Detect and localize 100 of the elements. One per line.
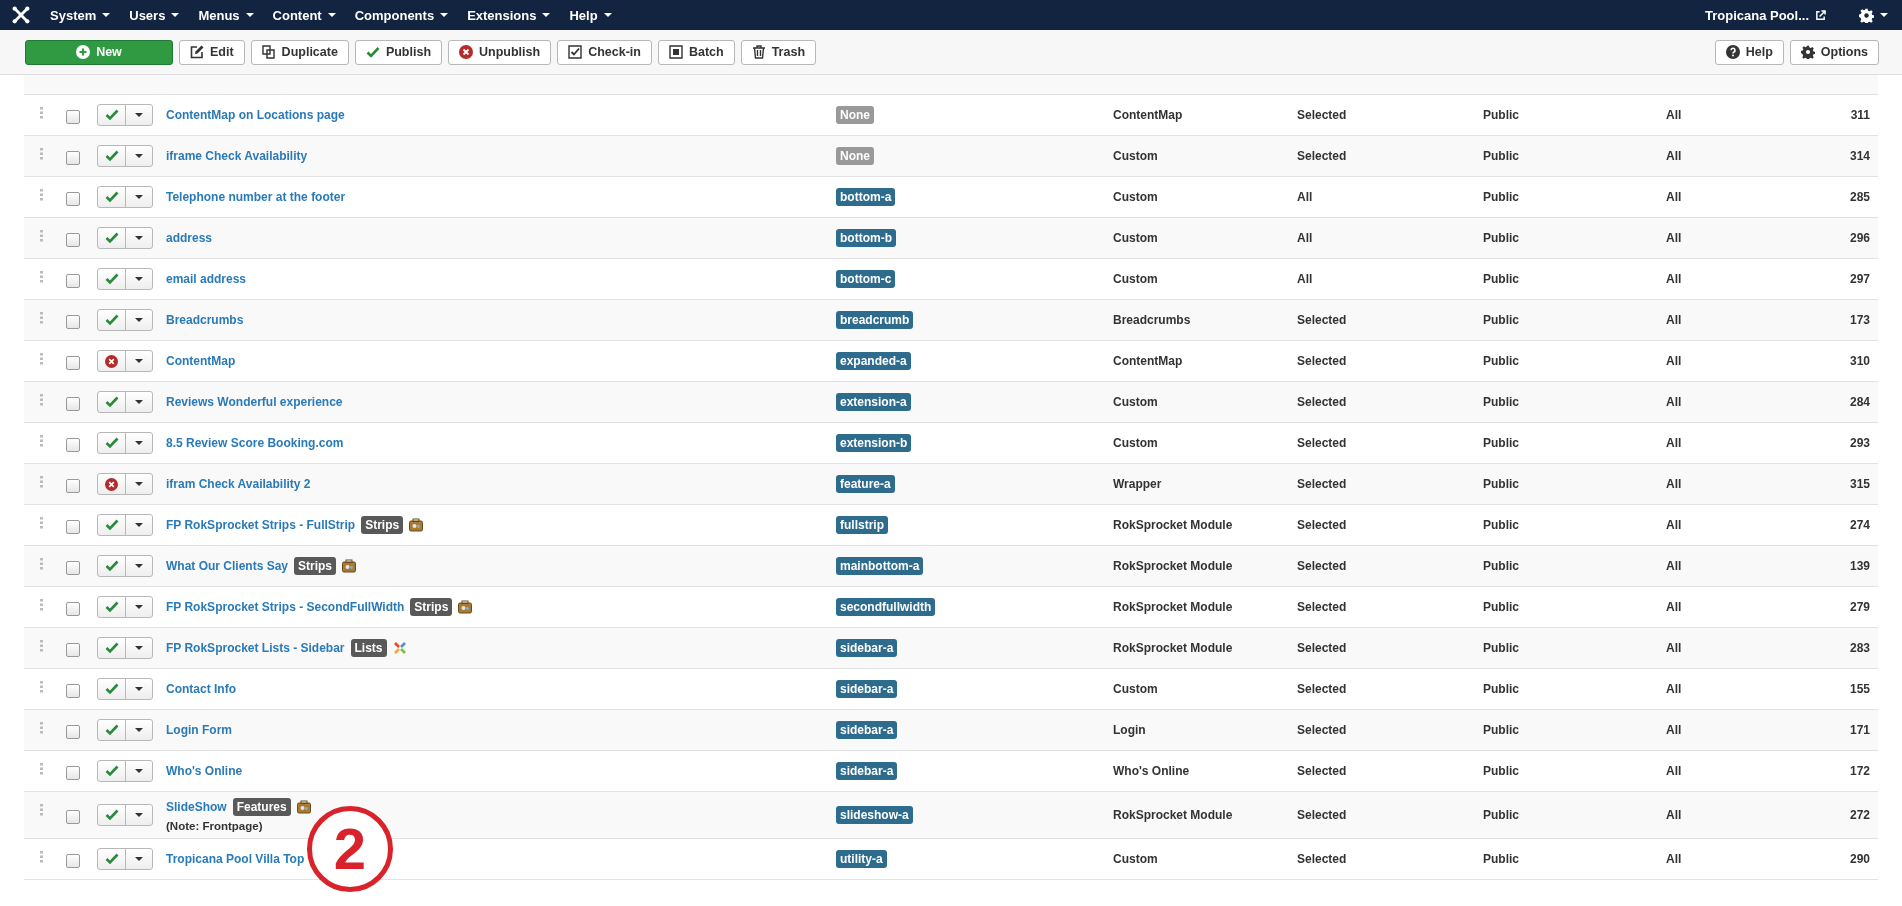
drag-handle-icon[interactable]	[39, 763, 43, 775]
settings-icon[interactable]	[1859, 7, 1874, 23]
row-checkbox[interactable]	[66, 684, 80, 698]
row-checkbox[interactable]	[66, 479, 80, 493]
row-checkbox[interactable]	[66, 561, 80, 575]
row-checkbox[interactable]	[66, 725, 80, 739]
nav-menu[interactable]: Users	[129, 7, 180, 23]
status-toggle[interactable]	[97, 473, 153, 495]
pages-value: Selected	[1297, 808, 1347, 822]
drag-handle-icon[interactable]	[39, 558, 43, 570]
module-title-link[interactable]: Breadcrumbs	[166, 313, 244, 327]
status-toggle[interactable]	[97, 719, 153, 741]
row-checkbox[interactable]	[66, 192, 80, 206]
drag-handle-icon[interactable]	[39, 599, 43, 611]
module-title-link[interactable]: 8.5 Review Score Booking.com	[166, 436, 344, 450]
module-title-link[interactable]: Login Form	[166, 723, 232, 737]
drag-handle-icon[interactable]	[39, 230, 43, 242]
nav-menu[interactable]: Components	[354, 7, 449, 23]
status-toggle[interactable]	[97, 268, 153, 290]
row-checkbox[interactable]	[66, 602, 80, 616]
status-toggle[interactable]	[97, 350, 153, 372]
module-title-link[interactable]: Contact Info	[166, 682, 236, 696]
toolbar-button[interactable]: Edit	[179, 39, 245, 65]
status-toggle[interactable]	[97, 227, 153, 249]
toolbar-button[interactable]: Batch	[657, 39, 735, 65]
module-title-link[interactable]: email address	[166, 272, 247, 286]
module-title-link[interactable]: Reviews Wonderful experience	[166, 395, 343, 409]
status-toggle[interactable]	[97, 309, 153, 331]
module-title-link[interactable]: Telephone number at the footer	[166, 190, 346, 204]
toolbar-button[interactable]: Check-in	[557, 39, 652, 65]
module-title-link[interactable]: ContentMap	[166, 354, 236, 368]
status-toggle[interactable]	[97, 760, 153, 782]
nav-menu[interactable]: System	[50, 7, 111, 23]
nav-menu[interactable]: Content	[272, 7, 336, 23]
row-checkbox[interactable]	[66, 766, 80, 780]
row-checkbox[interactable]	[66, 520, 80, 534]
drag-handle-icon[interactable]	[39, 640, 43, 652]
module-title-link[interactable]: SlideShow	[166, 800, 227, 814]
drag-handle-icon[interactable]	[39, 851, 43, 863]
status-toggle[interactable]	[97, 432, 153, 454]
nav-menu[interactable]: Extensions	[467, 7, 551, 23]
toolbar-button[interactable]: Duplicate	[250, 39, 349, 65]
drag-handle-icon[interactable]	[39, 722, 43, 734]
toolbar-button[interactable]: Help	[1714, 39, 1784, 65]
access-value: Public	[1483, 231, 1519, 245]
drag-handle-icon[interactable]	[39, 148, 43, 160]
module-title-link[interactable]: Tropicana Pool Villa Top	[166, 852, 305, 866]
module-title-link[interactable]: Who's Online	[166, 764, 243, 778]
toolbar-button[interactable]: Publish	[354, 39, 443, 65]
module-title-link[interactable]: FP RokSprocket Strips - SecondFullWidth	[166, 600, 405, 614]
drag-handle-icon[interactable]	[39, 435, 43, 447]
toolbar-button[interactable]: Options	[1789, 39, 1879, 65]
site-link[interactable]: Tropicana Pool...	[1704, 7, 1826, 23]
status-toggle[interactable]	[97, 804, 153, 826]
module-title-link[interactable]: FP RokSprocket Strips - FullStrip	[166, 518, 356, 532]
row-checkbox[interactable]	[66, 110, 80, 124]
row-checkbox[interactable]	[66, 397, 80, 411]
status-toggle[interactable]	[97, 514, 153, 536]
row-checkbox[interactable]	[66, 854, 80, 868]
drag-handle-icon[interactable]	[39, 394, 43, 406]
drag-handle-icon[interactable]	[39, 353, 43, 365]
row-checkbox[interactable]	[66, 356, 80, 370]
row-checkbox[interactable]	[66, 274, 80, 288]
module-title-link[interactable]: FP RokSprocket Lists - Sidebar	[166, 641, 345, 655]
module-title-link[interactable]: address	[166, 231, 213, 245]
row-checkbox[interactable]	[66, 233, 80, 247]
status-toggle[interactable]	[97, 678, 153, 700]
status-toggle[interactable]	[97, 104, 153, 126]
drag-handle-icon[interactable]	[39, 476, 43, 488]
module-title-link[interactable]: ifram Check Availability 2	[166, 477, 311, 491]
check-icon	[104, 150, 119, 162]
nav-menu[interactable]: Help	[569, 7, 612, 23]
row-checkbox[interactable]	[66, 438, 80, 452]
drag-handle-icon[interactable]	[39, 681, 43, 693]
drag-handle-icon[interactable]	[39, 804, 43, 816]
status-toggle[interactable]	[97, 145, 153, 167]
nav-menu[interactable]: Menus	[198, 7, 254, 23]
toolbar-button[interactable]: Trash	[740, 39, 817, 65]
toolbar-button[interactable]: Unpublish	[448, 39, 552, 65]
logo-icon[interactable]	[12, 6, 30, 24]
module-title-link[interactable]: ContentMap on Locations page	[166, 108, 345, 122]
row-checkbox[interactable]	[66, 810, 80, 824]
status-toggle[interactable]	[97, 596, 153, 618]
status-toggle[interactable]	[97, 637, 153, 659]
module-title-link[interactable]: iframe Check Availability	[166, 149, 308, 163]
row-checkbox[interactable]	[66, 315, 80, 329]
status-toggle[interactable]	[97, 555, 153, 577]
module-title-link[interactable]: What Our Clients Say	[166, 559, 289, 573]
drag-handle-icon[interactable]	[39, 517, 43, 529]
status-toggle[interactable]	[97, 391, 153, 413]
pages-value: All	[1297, 190, 1313, 204]
row-checkbox[interactable]	[66, 151, 80, 165]
status-toggle[interactable]	[97, 848, 153, 870]
drag-handle-icon[interactable]	[39, 189, 43, 201]
toolbar-button[interactable]: New	[25, 39, 173, 65]
drag-handle-icon[interactable]	[39, 107, 43, 119]
row-checkbox[interactable]	[66, 643, 80, 657]
status-toggle[interactable]	[97, 186, 153, 208]
drag-handle-icon[interactable]	[39, 271, 43, 283]
drag-handle-icon[interactable]	[39, 312, 43, 324]
